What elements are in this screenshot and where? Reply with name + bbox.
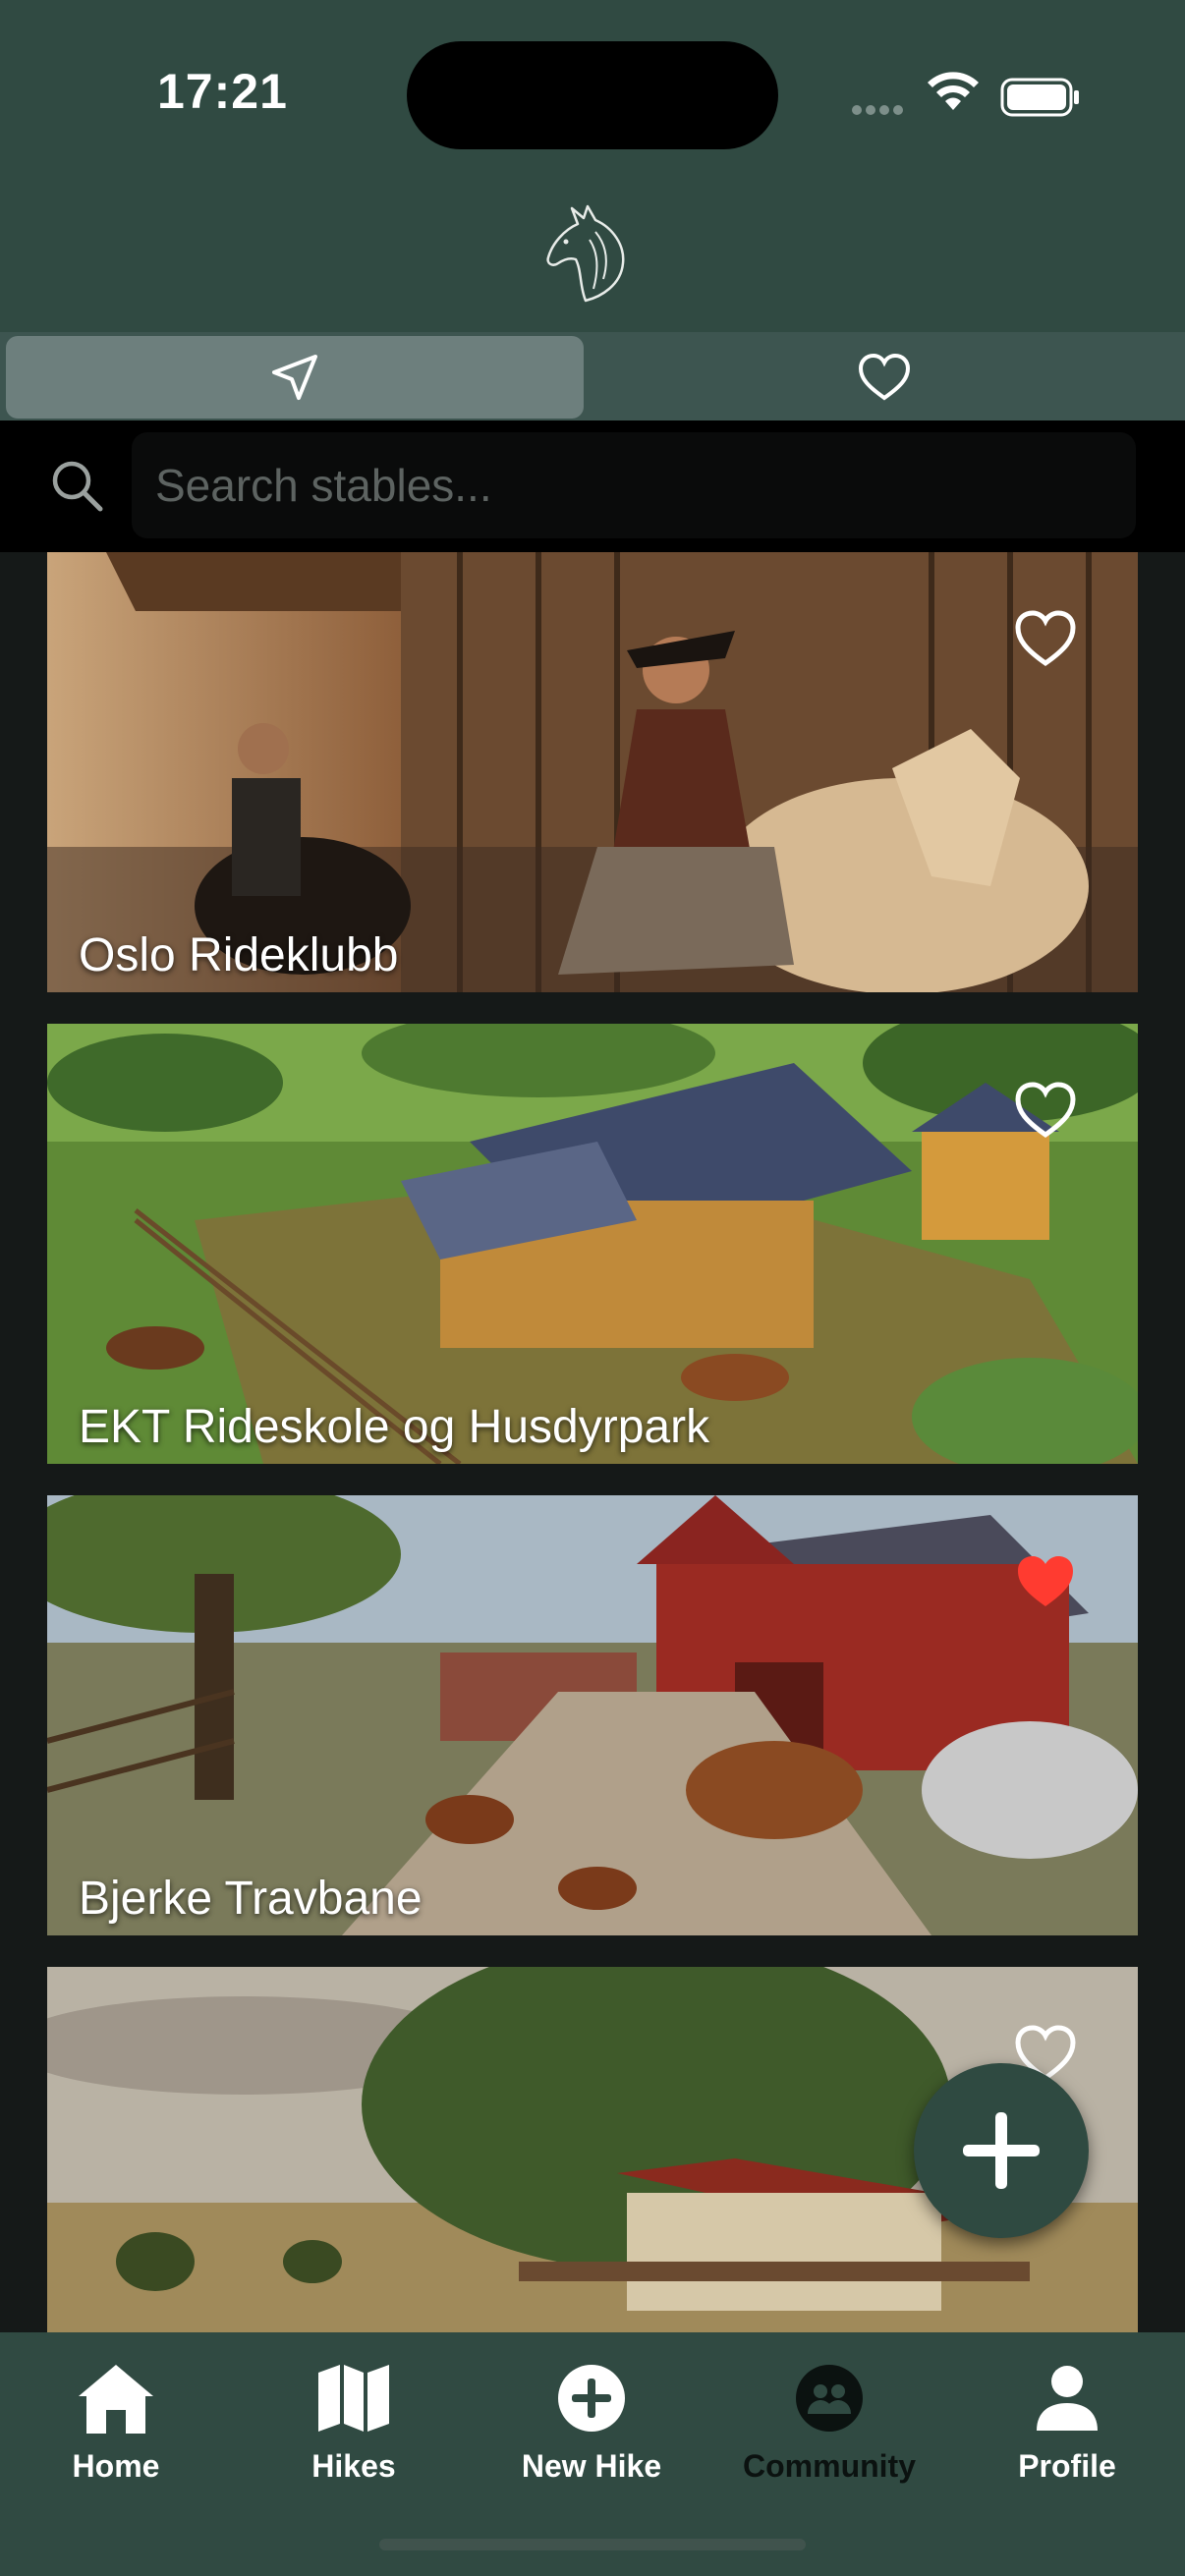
stable-name: Bjerke Travbane (79, 1873, 423, 1925)
heart-outline-icon (858, 353, 911, 401)
heart-outline-icon[interactable] (1014, 1081, 1077, 1140)
search-input[interactable] (132, 432, 1136, 538)
heart-filled-icon[interactable] (1014, 1552, 1077, 1611)
nav-home[interactable]: Home (18, 2354, 214, 2501)
cellular-signal-icon (852, 105, 903, 115)
plus-circle-icon (558, 2365, 625, 2432)
heart-outline-icon[interactable] (1014, 609, 1077, 668)
nav-label: Hikes (311, 2448, 396, 2484)
stable-image (47, 1024, 1138, 1464)
nav-community[interactable]: Community (731, 2354, 928, 2501)
nav-label: Home (72, 2448, 160, 2484)
stable-name: Oslo Rideklubb (79, 929, 399, 981)
segmented-tabs (0, 332, 1185, 420)
horse-logo-icon (546, 204, 625, 303)
stable-card[interactable]: Oslo Rideklubb (47, 552, 1138, 992)
status-time: 17:21 (157, 64, 288, 119)
dynamic-island (407, 41, 778, 149)
add-stable-button[interactable] (914, 2063, 1089, 2238)
nav-label: New Hike (521, 2448, 662, 2484)
wifi-icon (928, 72, 979, 110)
tab-nearby[interactable] (6, 336, 584, 419)
stable-card[interactable]: EKT Rideskole og Husdyrpark (47, 1024, 1138, 1464)
nav-new-hike[interactable]: New Hike (493, 2354, 690, 2501)
stable-image (47, 552, 1138, 992)
stable-image (47, 1495, 1138, 1935)
app-header: 17:21 (0, 0, 1185, 420)
nav-profile[interactable]: Profile (969, 2354, 1165, 2501)
nav-label: Community (743, 2448, 916, 2484)
map-icon (318, 2365, 389, 2432)
home-indicator (379, 2539, 806, 2550)
plus-icon (963, 2112, 1040, 2189)
tab-favorites[interactable] (590, 336, 1179, 419)
search-icon (52, 461, 103, 512)
group-icon (796, 2365, 863, 2432)
person-icon (1037, 2366, 1098, 2431)
stable-name: EKT Rideskole og Husdyrpark (79, 1401, 710, 1453)
battery-icon (1000, 78, 1079, 117)
stable-card[interactable]: Bjerke Travbane (47, 1495, 1138, 1935)
location-arrow-icon (272, 355, 317, 400)
home-icon (79, 2365, 153, 2434)
nav-label: Profile (1018, 2448, 1116, 2484)
nav-hikes[interactable]: Hikes (255, 2354, 452, 2501)
